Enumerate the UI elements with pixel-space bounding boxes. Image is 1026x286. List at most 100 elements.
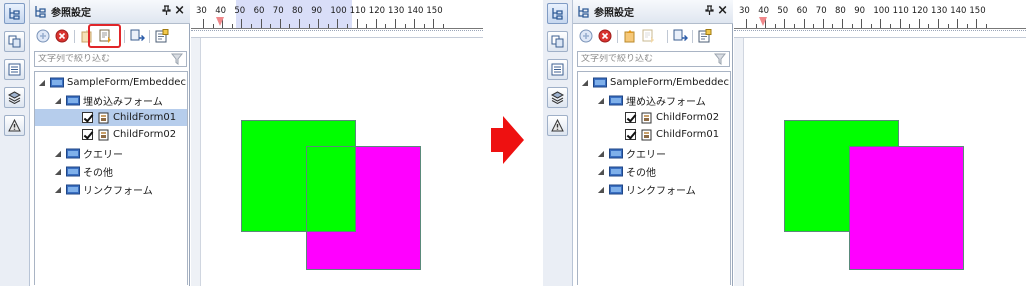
add-circle-icon[interactable] [35,28,51,44]
move-down-icon[interactable] [640,28,656,44]
ruler-tick [395,19,396,28]
magenta-form-rect[interactable] [849,146,964,270]
tree-node-link-forms[interactable]: ◢ リンクフォーム [35,181,187,198]
close-icon[interactable]: × [174,3,185,18]
pin-icon[interactable] [705,5,714,18]
ruler-label: 60 [796,6,808,16]
tree-node-child-form[interactable]: ChildForm01 [35,109,187,126]
tree-node-link-forms[interactable]: ◢ リンクフォーム [578,181,730,198]
toolbar-separator [149,30,150,43]
ruler-tick [746,19,747,28]
ruler-label: 120 [911,6,929,16]
tree-icon[interactable] [4,3,25,24]
ruler-tick [260,19,262,28]
ruler-label: 110 [892,6,909,16]
tree-node-label: クエリー [83,150,123,161]
ruler-label: 140 [950,6,967,16]
checkbox[interactable] [625,129,636,140]
tree-node-query[interactable]: ◢ クエリー [35,145,187,162]
tree-node-label: SampleForm/Embeddec [67,77,186,88]
import-icon[interactable] [129,28,145,44]
tree-node-child-form[interactable]: ChildForm02 [578,109,730,126]
expand-arrow-icon[interactable]: ◢ [53,167,63,176]
tree-node-child-form[interactable]: ChildForm01 [578,126,730,143]
ruler-label: 130 [388,6,405,16]
ruler-marker-icon[interactable] [216,17,224,26]
expand-arrow-icon[interactable]: ◢ [596,167,606,176]
form-folder-icon [609,95,623,106]
reference-tree: ◢ SampleForm/Embeddec ◢ 埋め込みフォーム ChildFo… [577,71,731,285]
toolbar-separator [692,30,693,43]
form-folder-icon [593,77,607,88]
warning-icon[interactable] [4,115,25,136]
reference-settings-panel: 参照設定 × 文字列で絞り込む ◢ SampleForm/Embeddec ◢ … [30,0,190,286]
ruler-tick [861,19,863,28]
expand-arrow-icon[interactable]: ◢ [53,96,63,105]
search-input[interactable] [38,54,168,64]
form-folder-icon [66,148,80,159]
tree-node-root[interactable]: ◢ SampleForm/Embeddec [35,74,187,91]
tree-node-label: リンクフォーム [83,186,153,197]
tree-node-query[interactable]: ◢ クエリー [578,145,730,162]
tree-node-embedded-forms[interactable]: ◢ 埋め込みフォーム [35,92,187,109]
panel-title-bar: 参照設定 × [30,0,190,24]
remove-circle-icon[interactable] [597,28,613,44]
copy-icon[interactable] [547,31,568,52]
left-icon-bar [543,0,573,286]
expand-arrow-icon[interactable]: ◢ [596,96,606,105]
toolbar-separator [667,30,668,43]
ruler-marker-icon[interactable] [759,17,767,26]
expand-arrow-icon[interactable]: ◢ [596,185,606,194]
add-circle-icon[interactable] [578,28,594,44]
ruler-tick [918,19,920,28]
design-canvas[interactable] [191,38,483,286]
properties-icon[interactable] [697,28,713,44]
expand-arrow-icon[interactable]: ◢ [580,78,590,87]
close-icon[interactable]: × [717,3,728,18]
expand-arrow-icon[interactable]: ◢ [53,185,63,194]
list-icon[interactable] [547,59,568,80]
copy-icon[interactable] [4,31,25,52]
pin-icon[interactable] [162,5,171,18]
filter-search-box[interactable] [34,51,187,67]
list-icon[interactable] [4,59,25,80]
tree-node-other[interactable]: ◢ その他 [578,163,730,180]
ruler-tick [976,19,978,28]
form-document-icon [98,112,110,124]
layers-icon[interactable] [4,87,25,108]
properties-icon[interactable] [154,28,170,44]
ruler-label: 60 [253,6,265,16]
ruler-tick [279,19,281,28]
ruler-label: 50 [777,6,789,16]
layers-icon[interactable] [547,87,568,108]
ruler-label: 80 [835,6,846,16]
tree-node-root[interactable]: ◢ SampleForm/Embeddec [578,74,730,91]
tree-node-embedded-forms[interactable]: ◢ 埋め込みフォーム [578,92,730,109]
ruler-tick [203,19,204,28]
tree-icon[interactable] [547,3,568,24]
warning-icon[interactable] [547,115,568,136]
move-up-icon[interactable] [622,28,638,44]
import-icon[interactable] [672,28,688,44]
checkbox[interactable] [625,112,636,123]
ruler-label: 50 [234,6,246,16]
ruler-label: 90 [311,6,323,16]
search-input[interactable] [581,54,711,64]
design-canvas[interactable] [734,38,1026,286]
expand-arrow-icon[interactable]: ◢ [37,78,47,87]
filter-search-box[interactable] [577,51,730,67]
tree-node-other[interactable]: ◢ その他 [35,163,187,180]
checkbox[interactable] [82,112,93,123]
filter-icon[interactable] [170,53,184,68]
checkbox[interactable] [82,129,93,140]
expand-arrow-icon[interactable]: ◢ [596,149,606,158]
expand-arrow-icon[interactable]: ◢ [53,149,63,158]
form-folder-icon [609,184,623,195]
tree-node-label: その他 [626,168,656,179]
ruler-tick [375,19,377,28]
tree-node-child-form[interactable]: ChildForm02 [35,126,187,143]
filter-icon[interactable] [713,53,727,68]
remove-circle-icon[interactable] [54,28,70,44]
ruler-label: 70 [815,6,827,16]
reference-settings-panel: 参照設定 × 文字列で絞り込む ◢ SampleForm/Embeddec ◢ … [573,0,733,286]
